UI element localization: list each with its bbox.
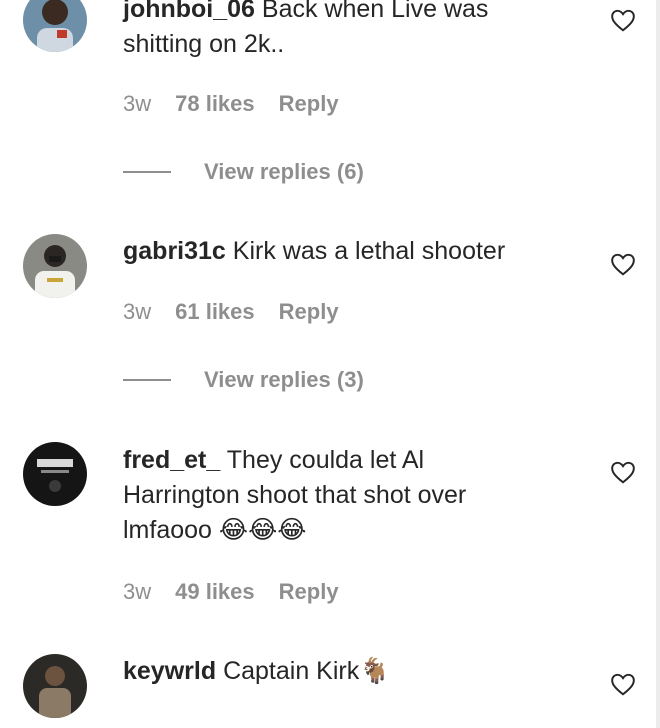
- reply-button[interactable]: Reply: [279, 91, 339, 117]
- reply-button[interactable]: Reply: [279, 299, 339, 325]
- heart-outline-icon[interactable]: [610, 460, 636, 484]
- comment-likes[interactable]: 49 likes: [175, 579, 255, 605]
- heart-outline-icon[interactable]: [610, 252, 636, 276]
- comment-likes[interactable]: 78 likes: [175, 91, 255, 117]
- comment-time: 3w: [123, 91, 152, 116]
- replies-divider: [123, 171, 171, 173]
- comment-time: 3w: [123, 299, 152, 324]
- comment-text: johnboi_06 Back when Live was shitting o…: [123, 0, 563, 62]
- view-replies-label: View replies (6): [204, 159, 364, 184]
- comment-username[interactable]: gabri31c: [123, 237, 226, 265]
- reply-button[interactable]: Reply: [279, 579, 339, 605]
- comment-text: fred_et_ They coulda let Al Harrington s…: [123, 443, 563, 548]
- comment-likes[interactable]: 61 likes: [175, 299, 255, 325]
- comment-meta: 3w 49 likes Reply: [123, 579, 339, 605]
- comment-text: gabri31c Kirk was a lethal shooter: [123, 234, 563, 269]
- heart-outline-icon[interactable]: [610, 672, 636, 696]
- avatar[interactable]: [23, 234, 87, 298]
- comment-username[interactable]: fred_et_: [123, 446, 220, 474]
- view-replies-label: View replies (3): [204, 367, 364, 392]
- comment-body: Kirk was a lethal shooter: [232, 237, 506, 265]
- heart-outline-icon[interactable]: [610, 8, 636, 32]
- comment-body: Captain Kirk🐐: [223, 657, 391, 685]
- comment-username[interactable]: keywrld: [123, 657, 216, 685]
- avatar[interactable]: [23, 0, 87, 52]
- avatar[interactable]: [23, 442, 87, 506]
- scrollbar[interactable]: [656, 0, 660, 728]
- comment-username[interactable]: johnboi_06: [123, 0, 255, 23]
- view-replies-button[interactable]: View replies (3): [123, 367, 364, 393]
- comment-text: keywrld Captain Kirk🐐: [123, 654, 563, 689]
- comment-meta: 3w 61 likes Reply: [123, 299, 339, 325]
- comment-meta: 3w 78 likes Reply: [123, 91, 339, 117]
- avatar[interactable]: [23, 654, 87, 718]
- view-replies-button[interactable]: View replies (6): [123, 159, 364, 185]
- replies-divider: [123, 379, 171, 381]
- comment-time: 3w: [123, 579, 152, 604]
